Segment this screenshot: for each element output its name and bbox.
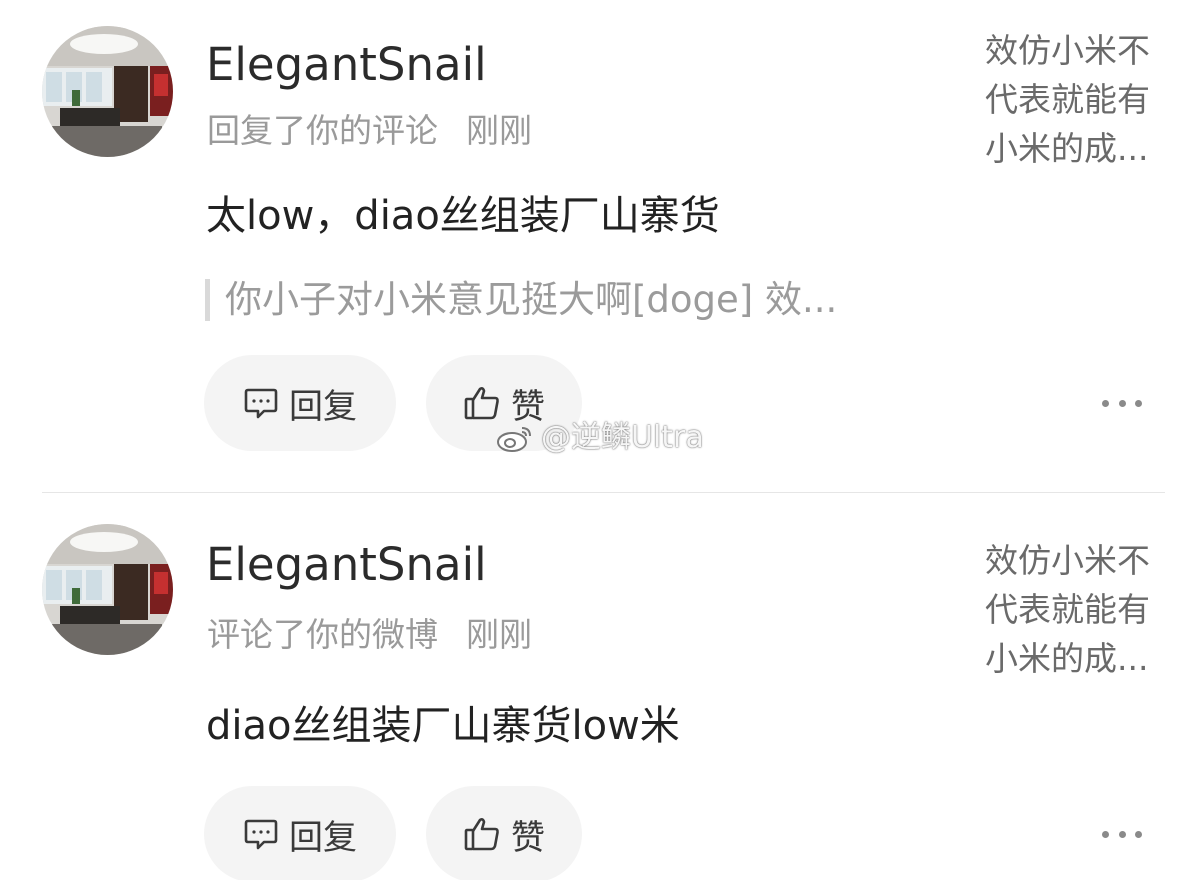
- comment-content[interactable]: 太low，diao丝组装厂山寨货: [206, 196, 720, 236]
- post-preview-line: 代表就能有: [985, 80, 1150, 119]
- post-preview-line: 小米的成...: [985, 129, 1149, 168]
- action-text: 评论了你的微博: [207, 615, 438, 654]
- comment-bubble-icon: [243, 817, 279, 851]
- notification-item[interactable]: ElegantSnail 评论了你的微博 刚刚 diao丝组装厂山寨货low米 效…: [0, 494, 1191, 880]
- notification-meta: 评论了你的微博 刚刚: [207, 618, 532, 651]
- like-button[interactable]: 赞: [426, 786, 582, 880]
- watermark: @逆鳞Ultra: [495, 422, 704, 454]
- timestamp: 刚刚: [466, 111, 532, 150]
- post-preview-line: 效仿小米不: [985, 541, 1150, 580]
- username[interactable]: ElegantSnail: [206, 542, 487, 587]
- reply-label: 回复: [289, 386, 357, 427]
- post-preview[interactable]: 效仿小米不 代表就能有 小米的成...: [985, 26, 1175, 173]
- more-dots-icon[interactable]: [1102, 398, 1142, 408]
- notifications-page: ElegantSnail 回复了你的评论 刚刚 太low，diao丝组装厂山寨货 …: [0, 0, 1191, 880]
- comment-bubble-icon: [243, 386, 279, 420]
- post-preview[interactable]: 效仿小米不 代表就能有 小米的成...: [985, 536, 1175, 683]
- like-label: 赞: [511, 817, 545, 858]
- more-dots-icon[interactable]: [1102, 829, 1142, 839]
- reply-label: 回复: [289, 817, 357, 858]
- notification-meta: 回复了你的评论 刚刚: [207, 114, 532, 147]
- reply-button[interactable]: 回复: [204, 786, 396, 880]
- timestamp: 刚刚: [466, 615, 532, 654]
- action-text: 回复了你的评论: [207, 111, 438, 150]
- avatar[interactable]: [42, 524, 173, 655]
- like-label: 赞: [511, 386, 545, 427]
- quoted-comment[interactable]: 你小子对小米意见挺大啊[doge] 效...: [205, 279, 837, 321]
- post-preview-line: 代表就能有: [985, 590, 1150, 629]
- thumbs-up-icon: [463, 385, 501, 421]
- username[interactable]: ElegantSnail: [206, 42, 487, 87]
- post-preview-line: 效仿小米不: [985, 31, 1150, 70]
- watermark-text: @逆鳞Ultra: [541, 420, 704, 455]
- reply-button[interactable]: 回复: [204, 355, 396, 451]
- post-preview-line: 小米的成...: [985, 639, 1149, 678]
- avatar[interactable]: [42, 26, 173, 157]
- thumbs-up-icon: [463, 816, 501, 852]
- divider: [42, 492, 1165, 493]
- weibo-logo-icon: [495, 422, 535, 454]
- comment-content[interactable]: diao丝组装厂山寨货low米: [206, 706, 680, 746]
